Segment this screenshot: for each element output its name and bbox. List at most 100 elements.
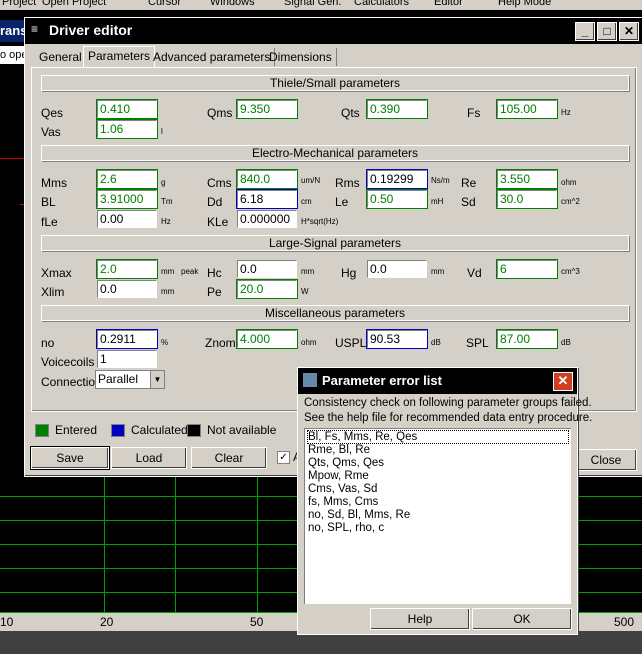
hc-field[interactable]: 0.0 [237,260,297,278]
close-icon[interactable]: ✕ [619,22,639,41]
le-field[interactable]: 0.50 [366,189,428,209]
menu-project[interactable]: Project [2,0,36,8]
section-large-signal: Large-Signal parameters [41,235,629,251]
ok-button[interactable]: OK [472,608,572,630]
voicecoils-field[interactable]: 1 [97,350,157,368]
list-item[interactable]: fs, Mms, Cms [308,496,378,508]
menu-calculators[interactable]: Calculators [354,0,409,8]
qes-label: Qes [41,106,64,120]
uspl-field[interactable]: 90.53 [366,329,428,349]
xmax-field[interactable]: 2.0 [96,259,158,279]
menu-open-project[interactable]: Open Project [42,0,106,8]
mms-unit: g [161,178,166,187]
help-button[interactable]: Help [370,608,470,630]
hg-field[interactable]: 0.0 [367,260,427,278]
tab-parameters[interactable]: Parameters [83,46,156,68]
mms-label: Mms [41,176,67,190]
vd-unit: cm^3 [561,267,580,276]
dd-field[interactable]: 6.18 [236,189,298,209]
calculated-swatch [111,424,125,437]
save-button[interactable]: Save [30,446,110,470]
menu-cursor[interactable]: Cursor [148,0,181,8]
list-item[interactable]: Bl, Fs, Mms, Re, Qes [307,430,569,444]
fs-unit: Hz [561,108,571,117]
spl-unit: dB [561,338,571,347]
close-icon[interactable]: ✕ [553,372,573,391]
minimize-icon[interactable]: _ [575,22,595,41]
bl-label: BL [41,195,56,209]
mms-field[interactable]: 2.6 [96,169,158,189]
znom-field[interactable]: 4.000 [236,329,298,349]
section-thiele-small: Thiele/Small parameters [41,75,629,91]
spl-field[interactable]: 87.00 [496,329,558,349]
not-available-swatch [187,424,201,437]
vas-label: Vas [41,125,61,139]
cms-field[interactable]: 840.0 [236,169,298,189]
re-label: Re [461,176,477,190]
voicecoils-label: Voicecoils [41,355,95,369]
legend-entered: Entered [55,423,98,437]
list-item[interactable]: Qts, Qms, Qes [308,457,384,469]
menu-help-mode[interactable]: Help Mode [498,0,551,8]
no-field[interactable]: 0.2911 [96,329,158,349]
connection-select[interactable]: Parallel ▼ [95,370,165,389]
entered-swatch [35,424,49,437]
clear-button[interactable]: Clear [191,447,267,469]
cms-unit: um/N [301,176,321,185]
qts-field[interactable]: 0.390 [366,99,428,119]
menu-windows[interactable]: Windows [210,0,255,8]
uspl-label: USPL [335,336,367,350]
list-item[interactable]: Mpow, Rme [308,470,369,482]
dropdown-arrow-icon[interactable]: ▼ [150,371,164,388]
list-item[interactable]: Rme, Bl, Re [308,444,370,456]
kle-unit: H*sqrt(Hz) [301,217,339,226]
qes-field[interactable]: 0.410 [96,99,158,119]
sd-unit: cm^2 [561,197,580,206]
pe-unit: W [301,287,309,296]
list-item[interactable]: no, Sd, Bl, Mms, Re [308,509,410,521]
list-item[interactable]: Cms, Vas, Sd [308,483,377,495]
plot-gridline [104,474,105,629]
bl-field[interactable]: 3.91000 [96,189,158,209]
sd-field[interactable]: 30.0 [496,189,558,209]
error-list[interactable]: Bl, Fs, Mms, Re, Qes Rme, Bl, Re Qts, Qm… [304,428,571,604]
section-miscellaneous: Miscellaneous parameters [41,305,629,321]
dialog-titlebar[interactable]: ≡ Driver editor _ □ ✕ [25,18,642,44]
fle-field[interactable]: 0.00 [97,210,157,228]
fle-unit: Hz [161,217,171,226]
pe-field[interactable]: 20.0 [236,279,298,299]
re-field[interactable]: 3.550 [496,169,558,189]
auto-checkbox[interactable]: ✓ [277,451,290,464]
kle-field[interactable]: 0.000000 [237,210,297,228]
error-dialog-title: Parameter error list [322,373,442,388]
close-button[interactable]: Close [575,449,637,471]
menu-signal-gen[interactable]: Signal Gen. [284,0,341,8]
vd-label: Vd [467,266,482,280]
rms-field[interactable]: 0.19299 [366,169,428,189]
vas-field[interactable]: 1.06 [96,119,158,139]
app-icon [303,373,317,387]
error-dialog-titlebar[interactable]: Parameter error list ✕ [298,368,577,394]
uspl-unit: dB [431,338,441,347]
dd-unit: cm [301,197,312,206]
xmax-unit: mm [161,267,175,276]
xlim-field[interactable]: 0.0 [97,280,157,298]
load-button[interactable]: Load [111,447,187,469]
le-label: Le [335,195,349,209]
sd-label: Sd [461,195,476,209]
qts-label: Qts [341,106,360,120]
kle-label: KLe [207,215,229,229]
list-item[interactable]: no, SPL, rho, c [308,522,384,534]
maximize-icon[interactable]: □ [597,22,617,41]
tab-general[interactable]: General [35,48,87,66]
menu-editor[interactable]: Editor [434,0,463,8]
dialog-title: Driver editor [49,22,133,38]
vd-field[interactable]: 6 [496,259,558,279]
fs-field[interactable]: 105.00 [496,99,558,119]
qms-field[interactable]: 9.350 [236,99,298,119]
connection-value: Parallel [98,372,139,386]
tab-advanced-parameters[interactable]: Advanced parameters [149,48,276,66]
error-message-line1: Consistency check on following parameter… [304,397,592,409]
tab-dimensions[interactable]: Dimensions [265,48,337,66]
hc-unit: mm [301,267,315,276]
